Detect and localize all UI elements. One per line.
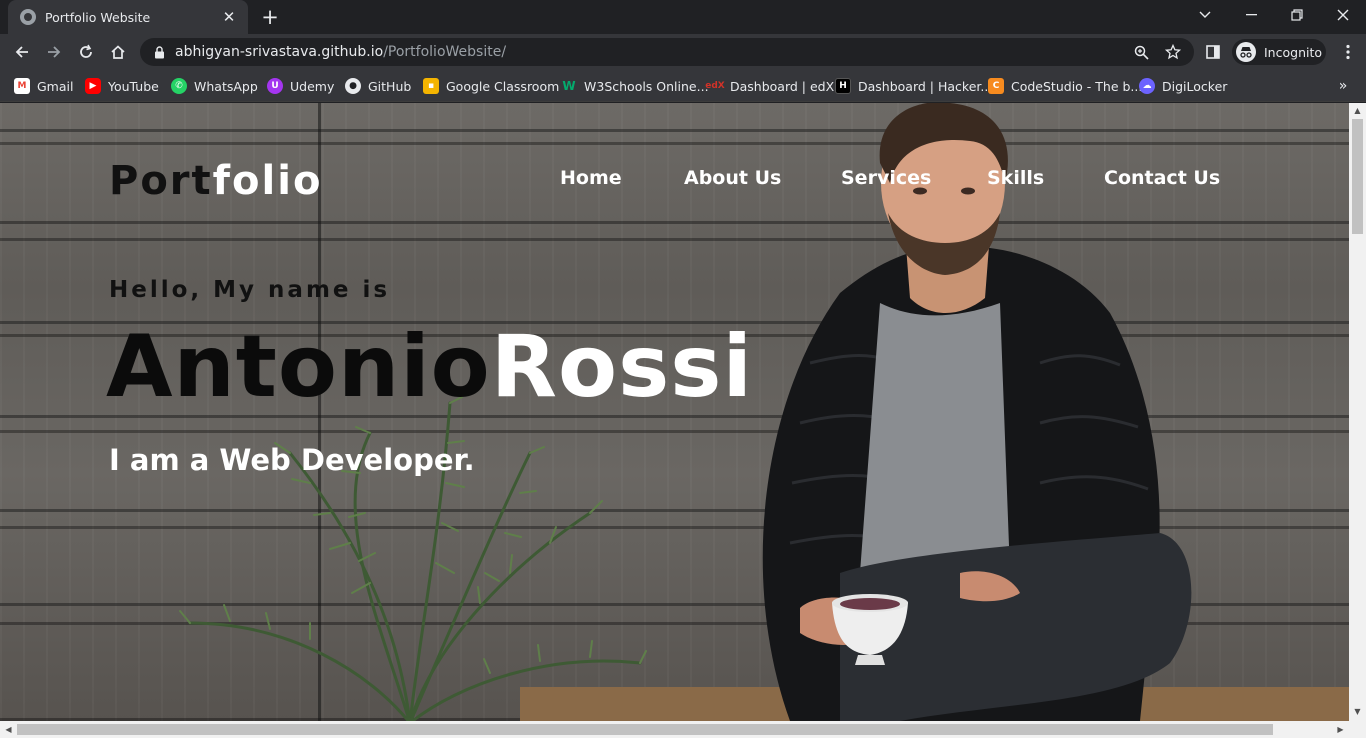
bookmark-digilocker[interactable]: ☁ DigiLocker [1139, 76, 1227, 96]
bookmarks-bar: M Gmail ▶ YouTube ✆ WhatsApp U Udemy ● G… [0, 70, 1366, 102]
arrow-left-icon [15, 46, 28, 58]
arrow-right-icon [48, 46, 61, 58]
bookmark-label: Dashboard | edX [730, 78, 835, 94]
bookmark-label: CodeStudio - The b... [1011, 78, 1143, 94]
url-path: /PortfolioWebsite/ [383, 44, 507, 60]
bookmark-label: DigiLocker [1162, 78, 1228, 94]
digilocker-icon: ☁ [1139, 78, 1155, 94]
bookmark-edx[interactable]: edX Dashboard | edX [705, 76, 835, 96]
zoom-icon[interactable] [1130, 42, 1152, 62]
tab-title: Portfolio Website [45, 9, 151, 25]
lock-icon[interactable] [152, 45, 166, 59]
chevron-down-icon [1199, 11, 1211, 18]
vertical-scroll-thumb[interactable] [1352, 119, 1363, 234]
incognito-label: Incognito [1264, 44, 1323, 60]
bookmark-label: Dashboard | Hacker... [858, 78, 993, 94]
tab-search-button[interactable] [1182, 0, 1228, 30]
bookmark-label: WhatsApp [194, 78, 258, 94]
vertical-scrollbar[interactable]: ▲ ▼ [1349, 103, 1366, 721]
url-host: abhigyan-srivastava.github.io [175, 44, 384, 60]
edx-icon: edX [705, 81, 725, 91]
incognito-icon [1236, 42, 1256, 62]
globe-icon [20, 9, 36, 25]
minimize-icon [1245, 14, 1257, 16]
nav-skills[interactable]: Skills [987, 167, 1044, 189]
bookmark-w3schools[interactable]: W W3Schools Online... [561, 76, 709, 96]
hero-last-name: Rossi [490, 317, 753, 417]
logo-part-dark: Port [109, 158, 213, 204]
close-window-button[interactable] [1320, 0, 1366, 30]
nav-home[interactable]: Home [560, 167, 622, 189]
more-bookmarks-button[interactable]: » [1334, 76, 1352, 96]
browser-toolbar: abhigyan-srivastava.github.io/PortfolioW… [0, 34, 1366, 70]
horizontal-scrollbar[interactable]: ◀ ▶ [0, 721, 1366, 738]
w3schools-icon: W [562, 79, 576, 93]
back-button[interactable] [8, 38, 36, 66]
bookmark-codestudio[interactable]: C CodeStudio - The b... [988, 76, 1142, 96]
hackerrank-icon: H [835, 78, 851, 94]
bookmark-star-icon[interactable] [1162, 42, 1184, 62]
browser-tab[interactable]: Portfolio Website ✕ [8, 0, 248, 34]
gmail-icon: M [14, 78, 30, 94]
reload-icon [80, 44, 92, 58]
home-icon [111, 45, 125, 59]
logo-part-light: folio [212, 158, 323, 204]
bookmark-gmail[interactable]: M Gmail [14, 76, 73, 96]
github-icon: ● [345, 78, 361, 94]
address-bar[interactable]: abhigyan-srivastava.github.io/PortfolioW… [140, 38, 1194, 66]
bookmark-github[interactable]: ● GitHub [345, 76, 411, 96]
bookmark-label: GitHub [368, 78, 412, 94]
more-vert-icon [1346, 44, 1350, 60]
nav-about-us[interactable]: About Us [684, 167, 781, 189]
url-text[interactable]: abhigyan-srivastava.github.io/PortfolioW… [175, 44, 506, 60]
close-icon [1337, 9, 1349, 21]
page-viewport: Portfolio Home About Us Services Skills … [0, 103, 1349, 721]
bookmark-whatsapp[interactable]: ✆ WhatsApp [171, 76, 258, 96]
side-panel-icon [1206, 45, 1220, 59]
home-button[interactable] [104, 38, 132, 66]
hero-tagline: I am a Web Developer. [109, 443, 475, 477]
restore-button[interactable] [1274, 0, 1320, 30]
hero-greeting: Hello, My name is [109, 277, 391, 303]
browser-menu-button[interactable] [1336, 38, 1360, 66]
reload-button[interactable] [72, 38, 100, 66]
scroll-up-icon[interactable]: ▲ [1349, 103, 1366, 118]
scroll-right-icon[interactable]: ▶ [1332, 721, 1349, 738]
tab-strip: Portfolio Website ✕ + [0, 0, 1366, 34]
hero-name: AntonioRossi [106, 317, 753, 417]
udemy-icon: U [267, 78, 283, 94]
scroll-left-icon[interactable]: ◀ [0, 721, 17, 738]
person-image [762, 103, 1192, 721]
scroll-down-icon[interactable]: ▼ [1349, 704, 1366, 719]
site-logo[interactable]: Portfolio [109, 158, 322, 204]
codestudio-icon: C [988, 78, 1004, 94]
bookmark-label: Udemy [290, 78, 335, 94]
minimize-button[interactable] [1228, 0, 1274, 30]
nav-services[interactable]: Services [841, 167, 931, 189]
horizontal-scroll-thumb[interactable] [17, 724, 1273, 735]
nav-contact-us[interactable]: Contact Us [1104, 167, 1220, 189]
bookmark-label: Google Classroom [446, 78, 560, 94]
bookmark-label: W3Schools Online... [584, 78, 709, 94]
bookmark-google-classroom[interactable]: ▪ Google Classroom [423, 76, 559, 96]
bookmark-label: YouTube [108, 78, 159, 94]
restore-icon [1291, 9, 1303, 21]
bookmark-youtube[interactable]: ▶ YouTube [85, 76, 159, 96]
classroom-icon: ▪ [423, 78, 439, 94]
bookmark-udemy[interactable]: U Udemy [267, 76, 334, 96]
new-tab-button[interactable]: + [258, 5, 282, 29]
bookmark-label: Gmail [37, 78, 74, 94]
incognito-profile-button[interactable]: Incognito [1232, 39, 1326, 65]
side-panel-button[interactable] [1199, 38, 1227, 66]
whatsapp-icon: ✆ [171, 78, 187, 94]
forward-button[interactable] [40, 38, 68, 66]
hero-first-name: Antonio [106, 317, 491, 417]
bookmark-hackerrank[interactable]: H Dashboard | Hacker... [835, 76, 992, 96]
close-tab-icon[interactable]: ✕ [220, 8, 238, 26]
youtube-icon: ▶ [85, 78, 101, 94]
